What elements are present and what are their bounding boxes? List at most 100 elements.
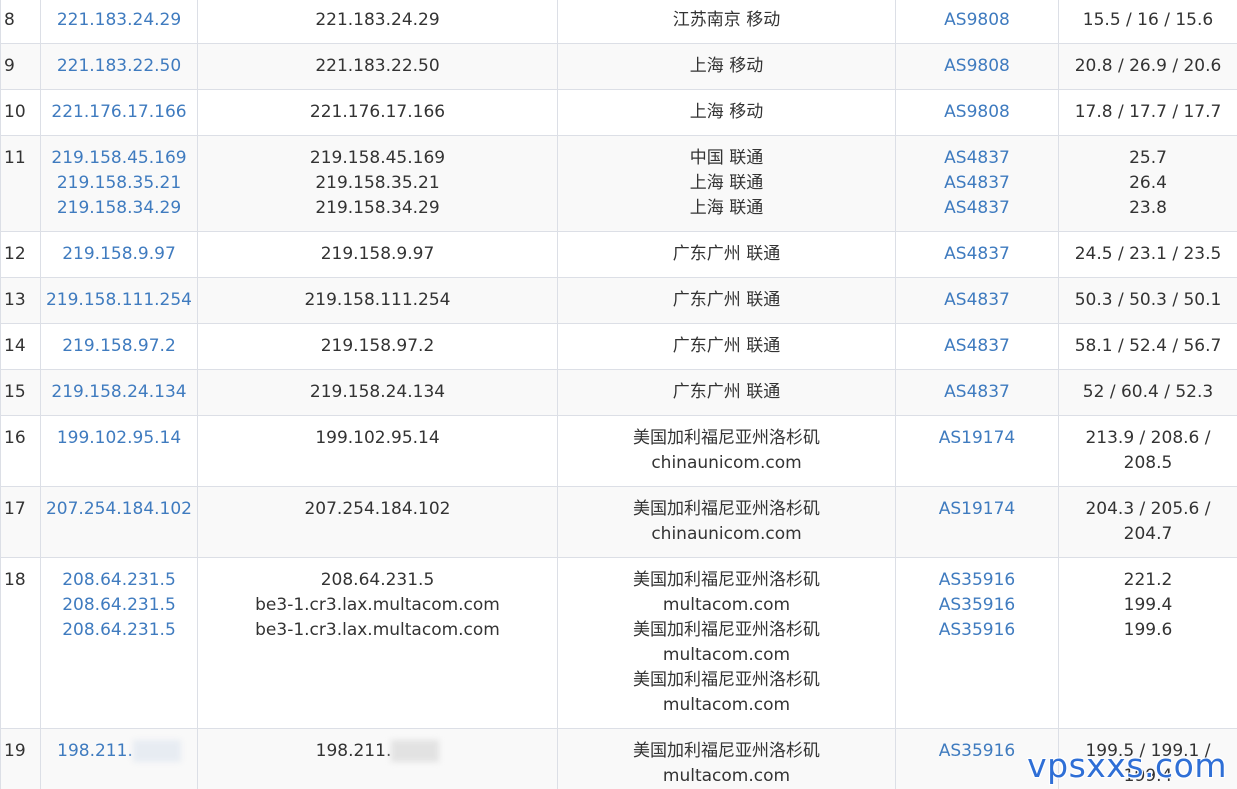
host-cell: 219.158.111.254 bbox=[197, 277, 558, 324]
ip-link[interactable]: 198.211. bbox=[57, 741, 133, 761]
rtt-text: 204.7 bbox=[1123, 524, 1173, 544]
location-text: 美国加利福尼亚州洛杉矶 bbox=[633, 620, 820, 640]
host-cell: 221.183.24.29 bbox=[197, 0, 558, 44]
host-cell: 207.254.184.102 bbox=[197, 486, 558, 558]
asn-cell: AS9808 bbox=[895, 43, 1059, 90]
location-cell: 上海 移动 bbox=[557, 89, 896, 136]
rtt-cell: 213.9 / 208.6 / 208.5 bbox=[1058, 415, 1237, 487]
hop-number: 9 bbox=[0, 43, 41, 90]
ip-cell: 219.158.45.169 219.158.35.21 219.158.34.29 bbox=[40, 135, 198, 232]
host-cell: 221.176.17.166 bbox=[197, 89, 558, 136]
asn-link[interactable]: AS19174 bbox=[897, 497, 1058, 522]
location-cell: 中国 联通 上海 联通 上海 联通 bbox=[557, 135, 896, 232]
ip-link[interactable]: 219.158.24.134 bbox=[42, 380, 197, 405]
rtt-text: 25.7 bbox=[1129, 148, 1167, 168]
host-text: 221.176.17.166 bbox=[309, 102, 446, 122]
table-row: 16 199.102.95.14 199.102.95.14 美国加利福尼亚州洛杉矶 c… bbox=[0, 415, 1237, 487]
hop-number: 11 bbox=[0, 135, 41, 232]
asn-link[interactable]: AS4837 bbox=[897, 146, 1058, 171]
rtt-cell: 24.5 / 23.1 / 23.5 bbox=[1058, 231, 1237, 278]
rtt-text: 199.4 bbox=[1123, 595, 1173, 615]
ip-link[interactable]: 219.158.9.97 bbox=[42, 242, 197, 267]
hop-number-text: 8 bbox=[4, 10, 15, 30]
asn-link[interactable]: AS4837 bbox=[897, 242, 1058, 267]
rtt-text: 208.5 bbox=[1123, 453, 1173, 473]
host-text: 219.158.45.169 bbox=[309, 148, 446, 168]
asn-link[interactable]: AS4837 bbox=[897, 196, 1058, 221]
host-text: 198.211. bbox=[315, 741, 392, 761]
asn-cell: AS35916 bbox=[895, 728, 1059, 789]
ip-link[interactable]: 199.102.95.14 bbox=[42, 426, 197, 451]
hop-number-text: 18 bbox=[4, 570, 26, 590]
ip-link[interactable]: 219.158.34.29 bbox=[42, 196, 197, 221]
location-text: 广东广州 联通 bbox=[672, 244, 781, 264]
asn-link[interactable]: AS35916 bbox=[897, 618, 1058, 643]
ip-cell: 221.183.24.29 bbox=[40, 0, 198, 44]
rtt-text: 15.5 / 16 / 15.6 bbox=[1082, 10, 1214, 30]
rtt-cell: 20.8 / 26.9 / 20.6 bbox=[1058, 43, 1237, 90]
table-row: 14 219.158.97.2 219.158.97.2 广东广州 联通 AS4837 5… bbox=[0, 323, 1237, 370]
host-text: 219.158.9.97 bbox=[320, 244, 435, 264]
ip-link[interactable]: 219.158.35.21 bbox=[42, 171, 197, 196]
rtt-cell: 221.2 199.4 199.6 bbox=[1058, 557, 1237, 729]
rtt-cell: 204.3 / 205.6 / 204.7 bbox=[1058, 486, 1237, 558]
hop-number: 13 bbox=[0, 277, 41, 324]
location-text: 广东广州 联通 bbox=[672, 290, 781, 310]
asn-link[interactable]: AS35916 bbox=[897, 739, 1058, 764]
hop-number: 16 bbox=[0, 415, 41, 487]
host-text: 207.254.184.102 bbox=[304, 499, 451, 519]
asn-link[interactable]: AS9808 bbox=[897, 8, 1058, 33]
ip-link[interactable]: 221.183.22.50 bbox=[42, 54, 197, 79]
hop-number: 8 bbox=[0, 0, 41, 44]
asn-link[interactable]: AS4837 bbox=[897, 334, 1058, 359]
ip-link[interactable]: 219.158.111.254 bbox=[42, 288, 197, 313]
hop-number-text: 15 bbox=[4, 382, 26, 402]
host-cell: 219.158.9.97 bbox=[197, 231, 558, 278]
traceroute-table: 8 221.183.24.29 221.183.24.29 江苏南京 移动 AS9808… bbox=[0, 0, 1237, 789]
hop-number-text: 14 bbox=[4, 336, 26, 356]
ip-link[interactable]: 208.64.231.5 bbox=[42, 618, 197, 643]
ip-link[interactable]: 207.254.184.102 bbox=[42, 497, 197, 522]
ip-link[interactable]: 221.183.24.29 bbox=[42, 8, 197, 33]
rtt-text: 199.5 / 199.1 / bbox=[1085, 741, 1211, 761]
host-text: 219.158.35.21 bbox=[315, 173, 440, 193]
location-text: 美国加利福尼亚州洛杉矶 bbox=[633, 741, 820, 761]
location-cell: 江苏南京 移动 bbox=[557, 0, 896, 44]
asn-link[interactable]: AS4837 bbox=[897, 171, 1058, 196]
hop-number-text: 11 bbox=[4, 148, 26, 168]
ip-cell: 219.158.97.2 bbox=[40, 323, 198, 370]
asn-link[interactable]: AS9808 bbox=[897, 100, 1058, 125]
hop-number-text: 12 bbox=[4, 244, 26, 264]
ip-link[interactable]: 221.176.17.166 bbox=[42, 100, 197, 125]
host-cell: 198.211. bbox=[197, 728, 558, 789]
ip-link[interactable]: 219.158.97.2 bbox=[42, 334, 197, 359]
asn-link[interactable]: AS4837 bbox=[897, 288, 1058, 313]
hop-number-text: 9 bbox=[4, 56, 15, 76]
ip-cell: 221.183.22.50 bbox=[40, 43, 198, 90]
asn-link[interactable]: AS35916 bbox=[897, 568, 1058, 593]
location-cell: 美国加利福尼亚州洛杉矶 multacom.com bbox=[557, 728, 896, 789]
host-text: be3-1.cr3.lax.multacom.com bbox=[255, 620, 500, 640]
asn-cell: AS19174 bbox=[895, 486, 1059, 558]
location-text: multacom.com bbox=[662, 695, 791, 715]
host-text: 219.158.111.254 bbox=[304, 290, 451, 310]
asn-link[interactable]: AS35916 bbox=[897, 593, 1058, 618]
table-row: 13 219.158.111.254 219.158.111.254 广东广州 联通 A… bbox=[0, 277, 1237, 324]
rtt-text: 24.5 / 23.1 / 23.5 bbox=[1074, 244, 1222, 264]
ip-link[interactable]: 219.158.45.169 bbox=[42, 146, 197, 171]
hop-number: 10 bbox=[0, 89, 41, 136]
ip-link[interactable]: 208.64.231.5 bbox=[42, 593, 197, 618]
asn-link[interactable]: AS4837 bbox=[897, 380, 1058, 405]
hop-number: 17 bbox=[0, 486, 41, 558]
location-text: chinaunicom.com bbox=[651, 524, 802, 544]
location-text: 江苏南京 移动 bbox=[672, 10, 781, 30]
asn-link[interactable]: AS19174 bbox=[897, 426, 1058, 451]
ip-link[interactable]: 208.64.231.5 bbox=[42, 568, 197, 593]
location-text: multacom.com bbox=[662, 595, 791, 615]
rtt-text: 199.4 bbox=[1123, 766, 1173, 786]
location-text: 上海 移动 bbox=[689, 102, 764, 122]
location-text: 广东广州 联通 bbox=[672, 382, 781, 402]
location-text: 上海 联通 bbox=[689, 173, 764, 193]
traceroute-table-body: 8 221.183.24.29 221.183.24.29 江苏南京 移动 AS9808… bbox=[0, 0, 1237, 789]
asn-link[interactable]: AS9808 bbox=[897, 54, 1058, 79]
